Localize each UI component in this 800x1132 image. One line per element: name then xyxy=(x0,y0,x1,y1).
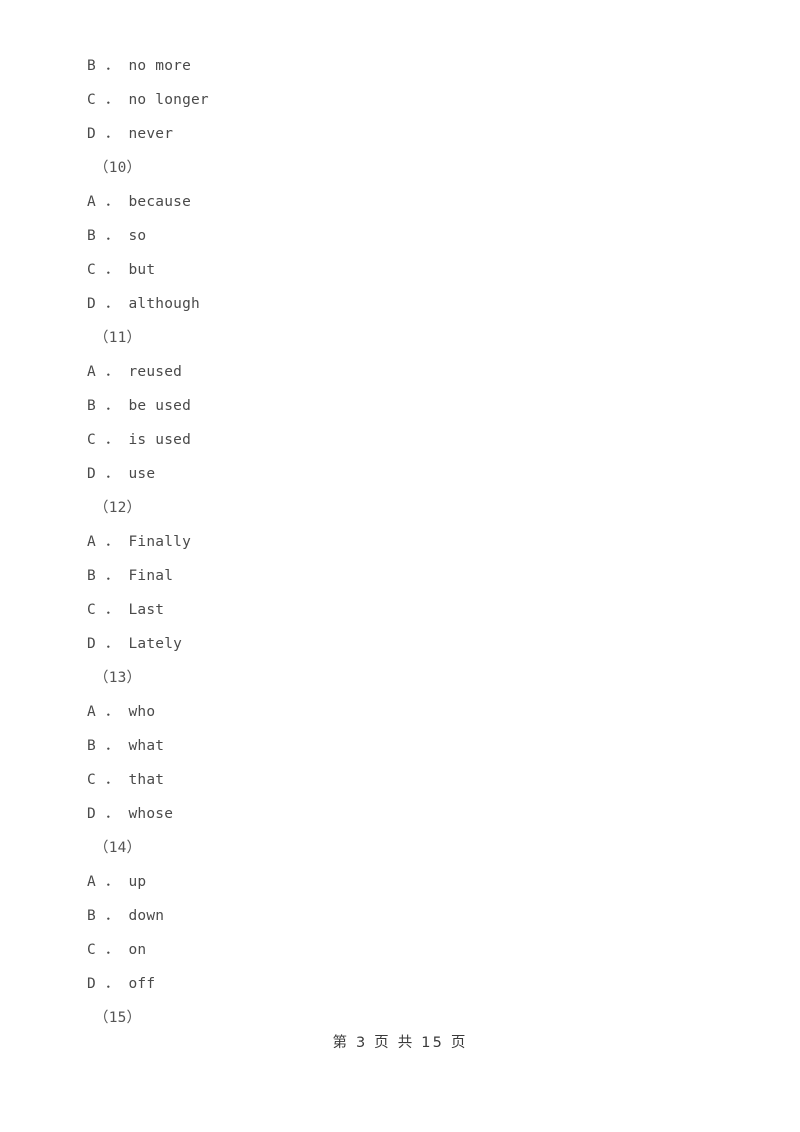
answer-option-line: C ． Last xyxy=(87,602,165,618)
answer-option-line: B ． so xyxy=(87,228,147,244)
answer-option-line: B ． what xyxy=(87,738,165,754)
question-options-list: B ． no more C ． no longer D ． never （10） A ．… xyxy=(87,49,707,1035)
question-number-line: （11） xyxy=(94,330,142,346)
answer-option-line: C ． that xyxy=(87,772,165,788)
answer-option-line: D ． Lately xyxy=(87,636,183,652)
answer-option-line: B ． be used xyxy=(87,398,191,414)
page-footer: 第 3 页 共 15 页 xyxy=(0,1031,800,1052)
answer-option-line: D ． use xyxy=(87,466,156,482)
page-number-label: 第 3 页 共 15 页 xyxy=(332,1035,468,1051)
answer-option-line: C ． no longer xyxy=(87,92,209,108)
question-number-line: （10） xyxy=(94,160,142,176)
answer-option-line: C ． but xyxy=(87,262,156,278)
answer-option-line: D ． although xyxy=(87,296,200,312)
answer-option-line: D ． whose xyxy=(87,806,174,822)
answer-option-line: D ． never xyxy=(87,126,174,142)
answer-option-line: A ． reused xyxy=(87,364,183,380)
answer-option-line: A ． up xyxy=(87,874,147,890)
answer-option-line: B ． down xyxy=(87,908,165,924)
question-number-line: （14） xyxy=(94,840,142,856)
question-number-line: （15） xyxy=(94,1010,142,1026)
answer-option-line: A ． Finally xyxy=(87,534,191,550)
answer-option-line: C ． is used xyxy=(87,432,191,448)
answer-option-line: B ． Final xyxy=(87,568,174,584)
answer-option-line: D ． off xyxy=(87,976,156,992)
question-number-line: （12） xyxy=(94,500,142,516)
document-page: B ． no more C ． no longer D ． never （10） A ．… xyxy=(0,0,800,1132)
question-number-line: （13） xyxy=(94,670,142,686)
answer-option-line: C ． on xyxy=(87,942,147,958)
answer-option-line: B ． no more xyxy=(87,58,191,74)
answer-option-line: A ． because xyxy=(87,194,191,210)
answer-option-line: A ． who xyxy=(87,704,156,720)
